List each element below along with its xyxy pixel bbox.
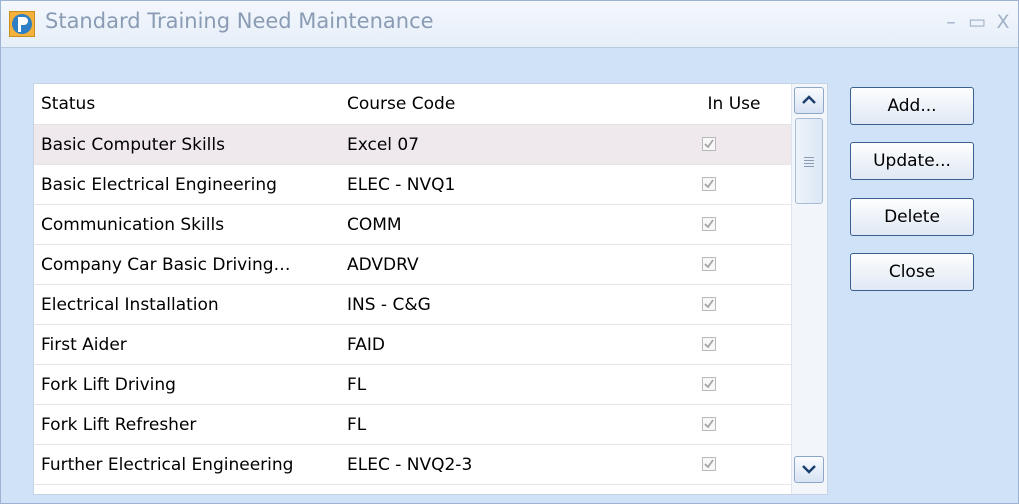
- in-use-checkbox[interactable]: [702, 257, 716, 271]
- table-row[interactable]: Communication Skills COMM: [34, 205, 791, 245]
- cell-course-code: ELEC - NVQ1: [347, 175, 456, 195]
- cell-status: Basic Electrical Engineering: [41, 175, 277, 195]
- table-row[interactable]: Basic Electrical Engineering ELEC - NVQ1: [34, 165, 791, 205]
- checkmark-icon: [704, 179, 714, 189]
- in-use-checkbox[interactable]: [702, 297, 716, 311]
- delete-button[interactable]: Delete: [850, 198, 974, 236]
- cell-status: Fork Lift Refresher: [41, 415, 197, 435]
- cell-course-code: ADVDRV: [347, 255, 419, 275]
- close-icon[interactable]: X: [993, 11, 1013, 33]
- close-button[interactable]: Close: [850, 253, 974, 291]
- grip-icon: [804, 157, 814, 169]
- cell-course-code: FL: [347, 415, 367, 435]
- cell-course-code: FL: [347, 375, 367, 395]
- table-row[interactable]: Company Car Basic Driving… ADVDRV: [34, 245, 791, 285]
- cell-course-code: COMM: [347, 215, 402, 235]
- table-row[interactable]: Electrical Installation INS - C&G: [34, 285, 791, 325]
- app-logo-icon: [9, 11, 35, 37]
- checkmark-icon: [704, 219, 714, 229]
- title-bar[interactable]: Standard Training Need Maintenance – ▭ X: [1, 1, 1018, 48]
- table-row[interactable]: Further Electrical Engineering ELEC - NVQ…: [34, 445, 791, 485]
- cell-course-code: INS - C&G: [347, 295, 431, 315]
- chevron-down-icon: [802, 465, 816, 474]
- checkmark-icon: [704, 339, 714, 349]
- in-use-checkbox[interactable]: [702, 417, 716, 431]
- vertical-scrollbar[interactable]: [791, 84, 827, 494]
- cell-status: Company Car Basic Driving…: [41, 255, 291, 275]
- checkmark-icon: [704, 379, 714, 389]
- add-button[interactable]: Add...: [850, 87, 974, 125]
- cell-course-code: FAID: [347, 335, 385, 355]
- table-row[interactable]: Fork Lift Driving FL: [34, 365, 791, 405]
- in-use-checkbox[interactable]: [702, 137, 716, 151]
- training-need-table: Status Course Code In Use Basic Computer…: [33, 83, 828, 495]
- checkmark-icon: [704, 299, 714, 309]
- scroll-thumb[interactable]: [795, 118, 823, 204]
- table-header: Status Course Code In Use: [34, 84, 791, 125]
- column-header-in-use[interactable]: In Use: [679, 84, 789, 124]
- scroll-down-button[interactable]: [794, 456, 824, 483]
- cell-status: Further Electrical Engineering: [41, 455, 294, 475]
- checkmark-icon: [704, 459, 714, 469]
- checkmark-icon: [704, 419, 714, 429]
- column-header-course-code[interactable]: Course Code: [347, 84, 647, 124]
- chevron-up-icon: [802, 95, 816, 104]
- dialog-window: Standard Training Need Maintenance – ▭ X…: [0, 0, 1019, 504]
- cell-status: First Aider: [41, 335, 127, 355]
- checkmark-icon: [704, 139, 714, 149]
- cell-status: Communication Skills: [41, 215, 225, 235]
- update-button[interactable]: Update...: [850, 142, 974, 180]
- in-use-checkbox[interactable]: [702, 457, 716, 471]
- cell-status: Fork Lift Driving: [41, 375, 176, 395]
- cell-status: Electrical Installation: [41, 295, 219, 315]
- in-use-checkbox[interactable]: [702, 377, 716, 391]
- cell-course-code: ELEC - NVQ2-3: [347, 455, 473, 475]
- window-title: Standard Training Need Maintenance: [45, 9, 434, 33]
- maximize-icon[interactable]: ▭: [967, 11, 987, 33]
- table-row[interactable]: First Aider FAID: [34, 325, 791, 365]
- column-header-status[interactable]: Status: [41, 84, 343, 124]
- cell-course-code: Excel 07: [347, 135, 420, 155]
- scroll-up-button[interactable]: [794, 87, 824, 114]
- checkmark-icon: [704, 259, 714, 269]
- table-row[interactable]: Fork Lift Refresher FL: [34, 405, 791, 445]
- in-use-checkbox[interactable]: [702, 337, 716, 351]
- table-row[interactable]: Basic Computer Skills Excel 07: [34, 125, 791, 165]
- minimize-icon[interactable]: –: [941, 11, 961, 33]
- in-use-checkbox[interactable]: [702, 217, 716, 231]
- in-use-checkbox[interactable]: [702, 177, 716, 191]
- cell-status: Basic Computer Skills: [41, 135, 225, 155]
